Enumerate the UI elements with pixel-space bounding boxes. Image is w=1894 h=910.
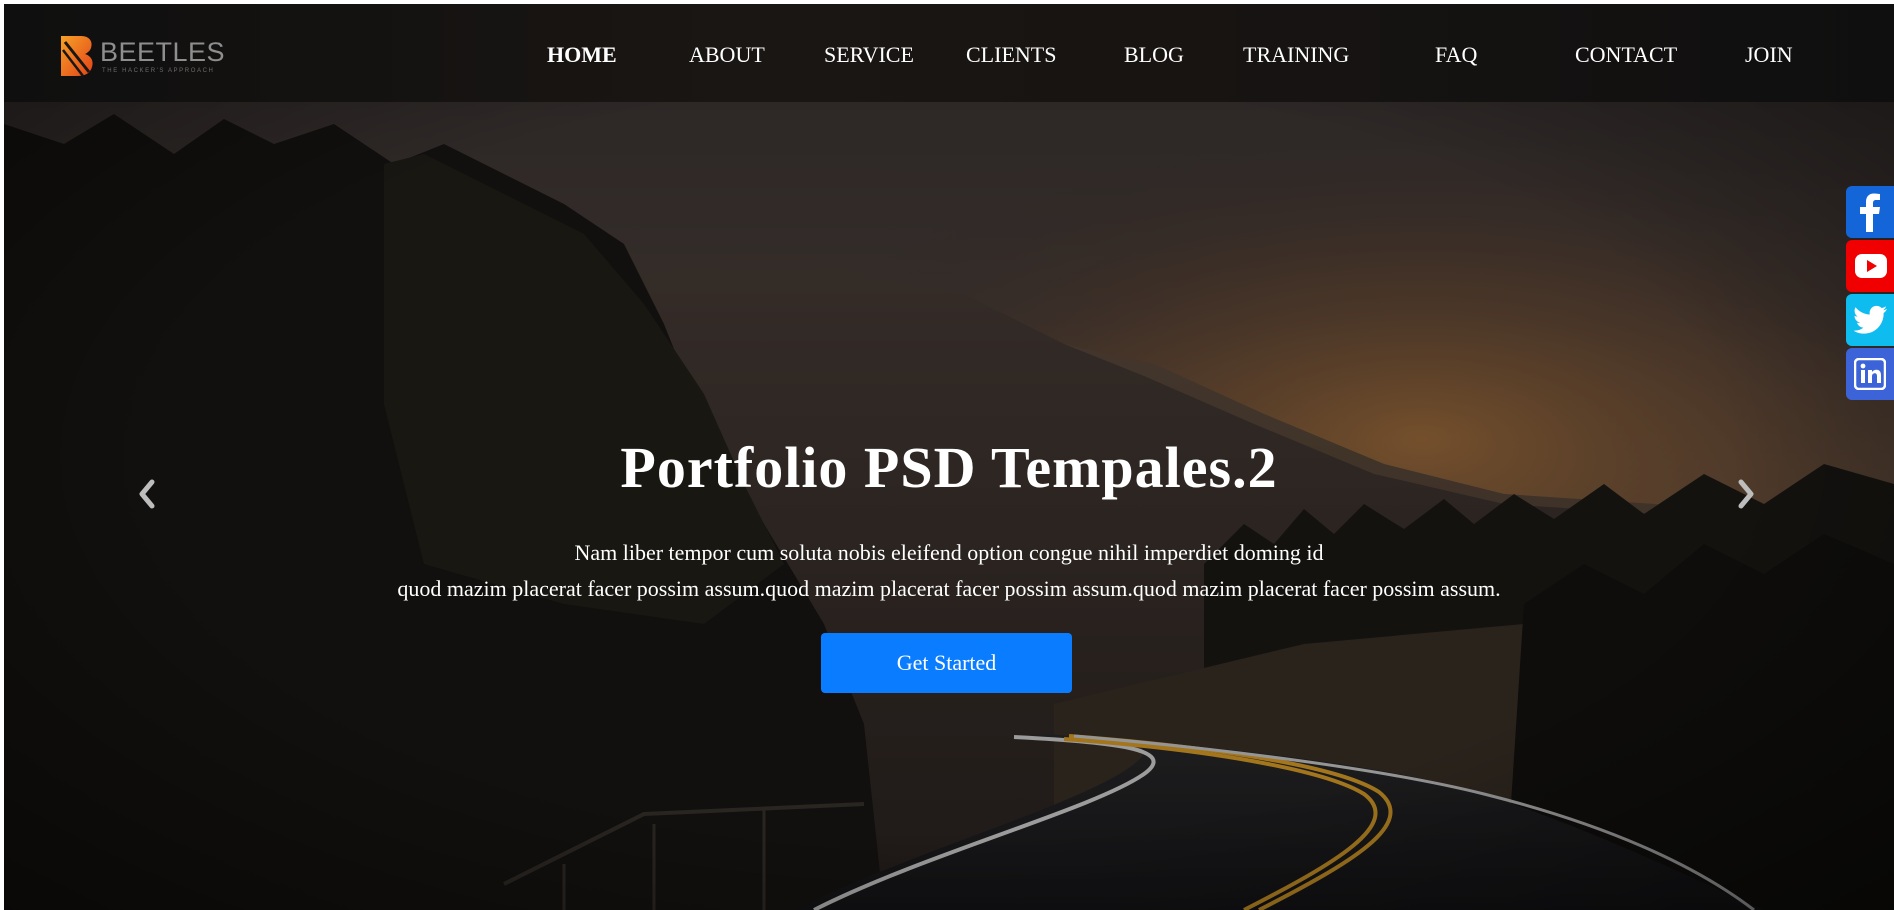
beetles-logo-icon: [61, 36, 93, 77]
youtube-icon: [1855, 254, 1887, 278]
hero-title: Portfolio PSD Tempales.2: [620, 435, 1278, 500]
carousel-prev-button[interactable]: [132, 474, 162, 514]
twitter-link[interactable]: [1846, 294, 1894, 346]
brand-logo[interactable]: BEETLES THE HACKER'S APPROACH: [59, 31, 225, 81]
nav-contact[interactable]: CONTACT: [1575, 42, 1677, 68]
chevron-right-icon: [1738, 479, 1754, 509]
linkedin-link[interactable]: [1846, 348, 1894, 400]
carousel-next-button[interactable]: [1731, 474, 1761, 514]
get-started-button[interactable]: Get Started: [821, 633, 1072, 693]
nav-blog[interactable]: BLOG: [1124, 42, 1184, 68]
page-frame: BEETLES THE HACKER'S APPROACH HOME ABOUT…: [4, 4, 1894, 910]
nav-clients[interactable]: CLIENTS: [966, 42, 1056, 68]
nav-join[interactable]: JOIN: [1745, 42, 1793, 68]
facebook-icon: [1860, 193, 1880, 232]
site-header: BEETLES THE HACKER'S APPROACH HOME ABOUT…: [4, 4, 1894, 102]
chevron-left-icon: [139, 479, 155, 509]
youtube-link[interactable]: [1846, 240, 1894, 292]
twitter-icon: [1854, 305, 1887, 334]
hero-text-line-2: quod mazim placerat facer possim assum.q…: [397, 576, 1501, 601]
nav-faq[interactable]: FAQ: [1435, 42, 1477, 68]
brand-name: BEETLES: [100, 36, 226, 67]
linkedin-icon: [1854, 358, 1886, 390]
brand-tagline: THE HACKER'S APPROACH: [102, 67, 215, 74]
nav-about[interactable]: ABOUT: [689, 42, 765, 68]
nav-home[interactable]: HOME: [547, 42, 617, 68]
nav-service[interactable]: SERVICE: [824, 42, 914, 68]
hero-text-line-1: Nam liber tempor cum soluta nobis eleife…: [574, 540, 1324, 565]
nav-training[interactable]: TRAINING: [1243, 42, 1349, 68]
facebook-link[interactable]: [1846, 186, 1894, 238]
